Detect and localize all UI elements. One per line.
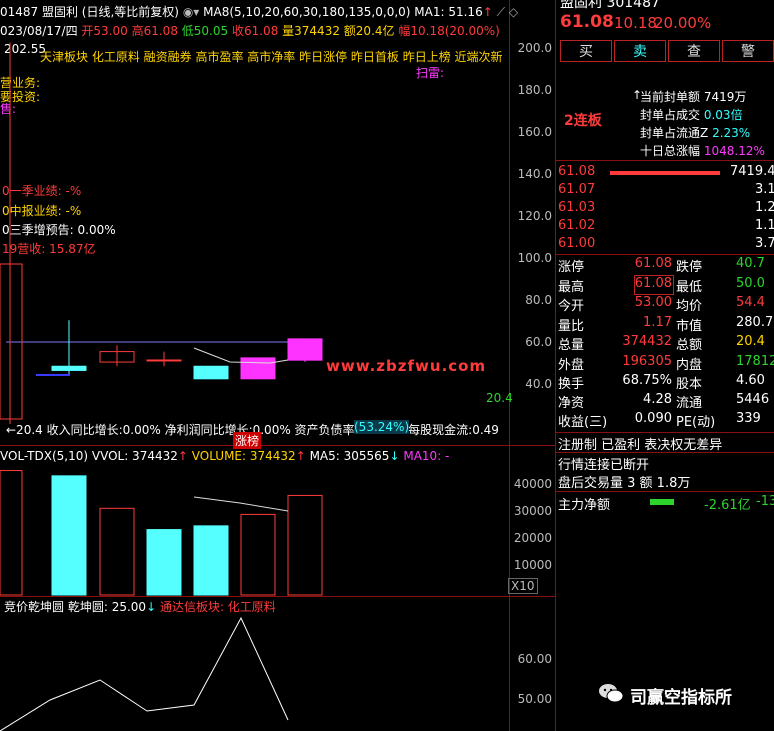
volume-bar [287, 494, 323, 596]
stat-value: 4.28 [643, 392, 672, 407]
stat-label: 收益(三) [558, 415, 608, 430]
connection-status: 行情连接已断开 [558, 458, 650, 473]
stat-label: 跌停 [676, 260, 703, 275]
stat-label: 最高 [558, 279, 585, 295]
last-price: 61.08 [560, 12, 614, 32]
volume-bar [0, 470, 23, 596]
brand-text: 司赢空指标所 [630, 688, 732, 708]
high-price-box [634, 275, 674, 295]
candle-body [51, 365, 87, 371]
volume-ma-line [193, 496, 289, 512]
ob-price[interactable]: 61.03 [558, 200, 595, 215]
stat-label: 量比 [558, 318, 585, 334]
stat-value: 40.7 [736, 256, 765, 271]
ob-vol: 1.2 [755, 200, 774, 215]
net-flow-pct: -13 [756, 494, 774, 509]
stat-label: 涨停 [558, 260, 585, 275]
stat-value: 53.00 [634, 295, 672, 310]
stat-label: 市值 [676, 318, 703, 334]
stat-value: 20.4 [736, 334, 765, 349]
ob-vol: 3.1 [755, 182, 774, 197]
stat-label: 换手 [558, 377, 585, 392]
seal-label: 封单占流通Z [640, 126, 709, 140]
stock-name: 盟固利 301487 [560, 0, 660, 11]
streak-label: 2连板 [564, 113, 602, 129]
ob-vol: 7419.4 [730, 164, 774, 179]
stat-value: 5446 [736, 392, 770, 407]
stat-label: 最低 [676, 279, 703, 295]
stat-value: 50.0 [736, 275, 765, 291]
stat-label: 均价 [676, 299, 703, 314]
ob-price[interactable]: 61.00 [558, 236, 595, 251]
stat-label: 总量 [558, 338, 585, 353]
candle-body [287, 338, 323, 361]
seal-row: 封单占流通Z 2.23% [640, 124, 750, 141]
alert-button[interactable]: 警 [722, 40, 774, 62]
candle-body [240, 357, 276, 380]
stat-label: 内盘 [676, 357, 703, 373]
seal-label: 十日总涨幅 [640, 144, 701, 158]
seal-label: 封单占成交 [640, 108, 701, 122]
seal-value: 2.23% [712, 126, 751, 140]
stat-label: PE(动) [676, 415, 716, 430]
ob-price[interactable]: 61.08 [558, 164, 595, 179]
stat-value: 374432 [622, 334, 672, 349]
stat-label: 今开 [558, 299, 585, 314]
ob-bar [610, 171, 720, 175]
stat-value: 68.75% [622, 373, 672, 388]
ob-price[interactable]: 61.07 [558, 182, 595, 197]
stat-value: 339 [736, 411, 761, 426]
price-chart-svg[interactable] [0, 0, 555, 731]
stat-label: 总额 [676, 338, 703, 353]
seal-row: 当前封单额 7419万 [640, 88, 746, 105]
buy-button[interactable]: 买 [560, 40, 612, 62]
stat-value: 61.08 [634, 256, 672, 271]
stat-label: 外盘 [558, 357, 585, 373]
net-flow-label: 主力净额 [558, 498, 611, 513]
seal-row: 十日总涨幅 1048.12% [640, 142, 765, 159]
indicator-line [0, 616, 289, 731]
volume-bar [193, 525, 229, 596]
volume-bar [146, 529, 182, 596]
volume-bar [240, 513, 276, 596]
net-flow-value: -2.61亿 [704, 498, 751, 513]
stat-value: 280.7 [736, 314, 774, 330]
stat-value: 54.4 [736, 295, 765, 310]
volume-bar [51, 475, 87, 596]
candle-body [193, 365, 229, 380]
volume-bar [99, 507, 135, 596]
seal-value: 7419万 [703, 90, 747, 104]
sell-button[interactable]: 卖 [614, 40, 666, 62]
price-change: 10.18 [614, 14, 657, 32]
candle-body [146, 359, 182, 362]
seal-value: 1048.12% [703, 144, 765, 158]
stat-value: 17812 [736, 353, 774, 369]
ob-vol: 1.1 [755, 218, 774, 233]
stat-value: 4.60 [736, 373, 765, 388]
tags-line: 注册制 已盈利 表决权无差异 [558, 438, 723, 453]
ob-vol: 3.7 [755, 236, 774, 251]
seal-value: 0.03倍 [703, 108, 743, 122]
stat-value: 0.090 [634, 411, 672, 426]
stat-value: 1.17 [643, 314, 672, 330]
seal-label: 当前封单额 [640, 90, 701, 104]
stat-value: 196305 [622, 353, 672, 369]
ob-price[interactable]: 61.02 [558, 218, 595, 233]
stat-label: 净资 [558, 396, 585, 411]
net-flow-bar [650, 499, 674, 505]
price-pct: 20.00% [654, 14, 712, 32]
after-hours-volume: 盘后交易量 3 额 1.8万 [558, 476, 691, 491]
stat-label: 流通 [676, 396, 703, 411]
wechat-logo-icon [598, 682, 624, 704]
query-button[interactable]: 查 [668, 40, 720, 62]
stat-label: 股本 [676, 377, 703, 392]
seal-row: 封单占成交 0.03倍 [640, 106, 743, 123]
